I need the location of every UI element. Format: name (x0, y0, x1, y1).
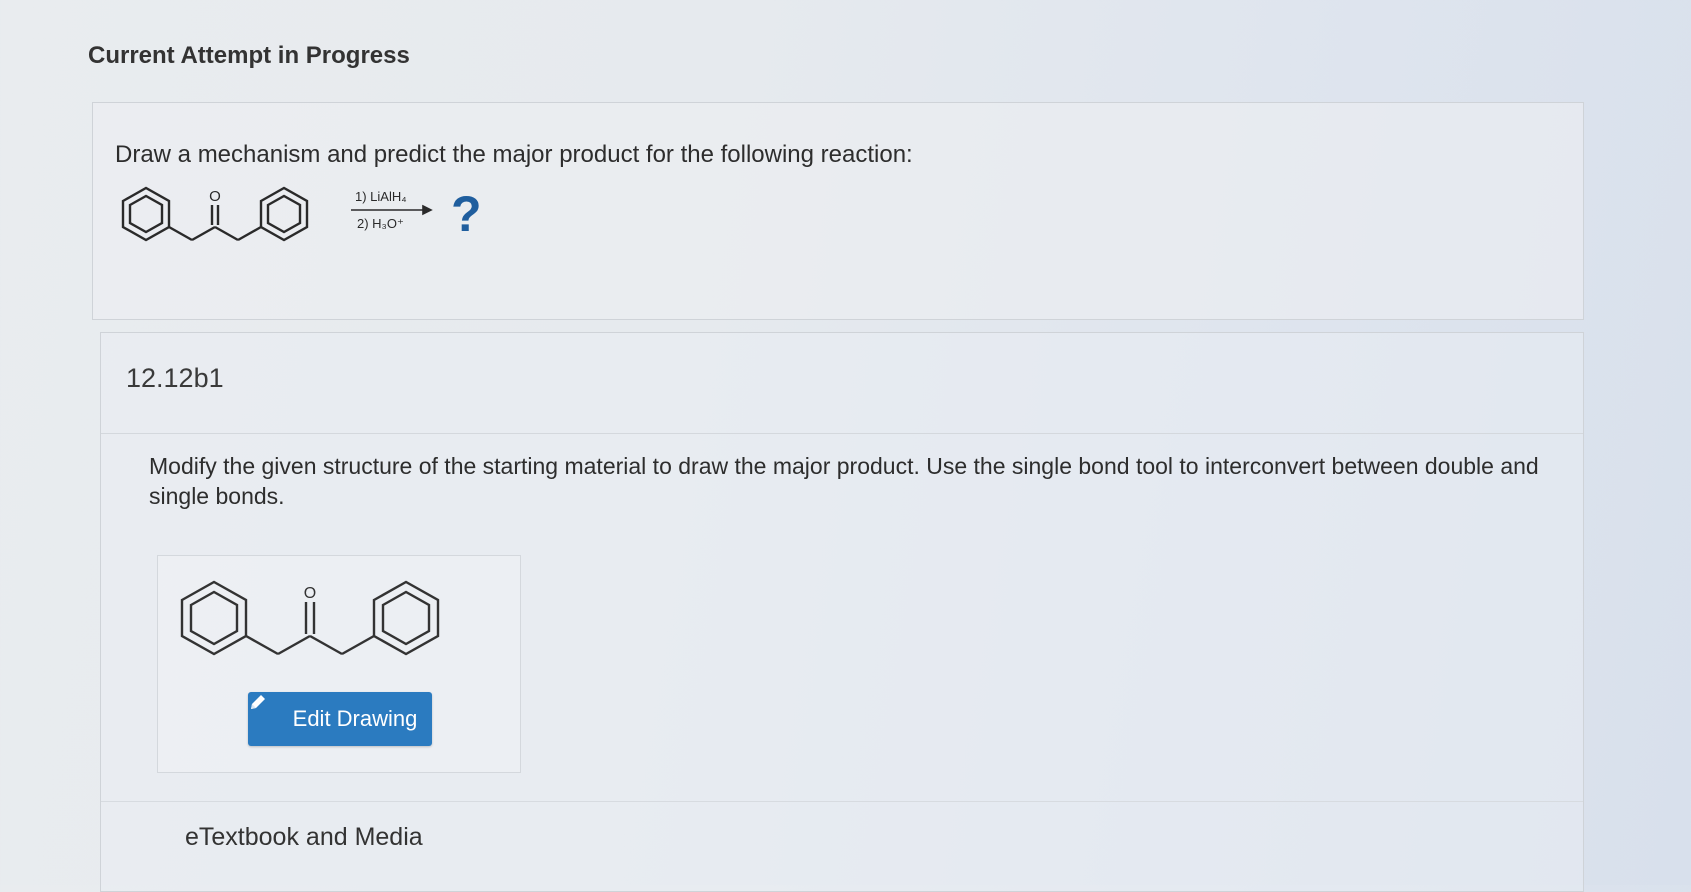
drawing-carbonyl-oxygen-label: O (304, 585, 316, 602)
carbonyl-oxygen-label: O (209, 188, 221, 205)
question-panel: Draw a mechanism and predict the major p… (92, 102, 1584, 320)
etextbook-media-link[interactable]: eTextbook and Media (185, 823, 423, 852)
part-id: 12.12b1 (126, 363, 224, 393)
edit-drawing-label: Edit Drawing (292, 706, 418, 731)
pencil-icon (251, 695, 283, 729)
reagent-2-label: 2) H₃O⁺ (357, 216, 404, 231)
reaction-arrow (351, 204, 433, 216)
ketone-chain (168, 205, 262, 242)
left-benzene-ring (121, 186, 171, 242)
reagent-1-label: 1) LiAlH₄ (355, 189, 407, 204)
part-divider (101, 433, 1583, 434)
drawing-left-benzene-ring (180, 580, 248, 656)
structure-drawing-panel: O Edit Drawing (157, 555, 521, 773)
drawing-right-benzene-ring (372, 580, 440, 656)
right-benzene-ring (259, 186, 309, 242)
reaction-scheme: O 1) LiAlH₄ 2) H₃O⁺ ? (118, 175, 678, 265)
part-bottom-divider (101, 801, 1583, 802)
drawing-ketone-chain (245, 602, 375, 656)
page-title: Current Attempt in Progress (88, 42, 410, 69)
unknown-product-mark: ? (451, 186, 482, 242)
reaction-diagram: O 1) LiAlH₄ 2) H₃O⁺ ? (121, 186, 482, 242)
starting-material-structure: O (180, 580, 440, 656)
edit-drawing-button[interactable]: Edit Drawing (248, 692, 432, 746)
part-instruction: Modify the given structure of the starti… (149, 453, 1539, 509)
part-panel: 12.12b1 Modify the given structure of th… (100, 332, 1584, 892)
question-prompt: Draw a mechanism and predict the major p… (115, 141, 913, 168)
